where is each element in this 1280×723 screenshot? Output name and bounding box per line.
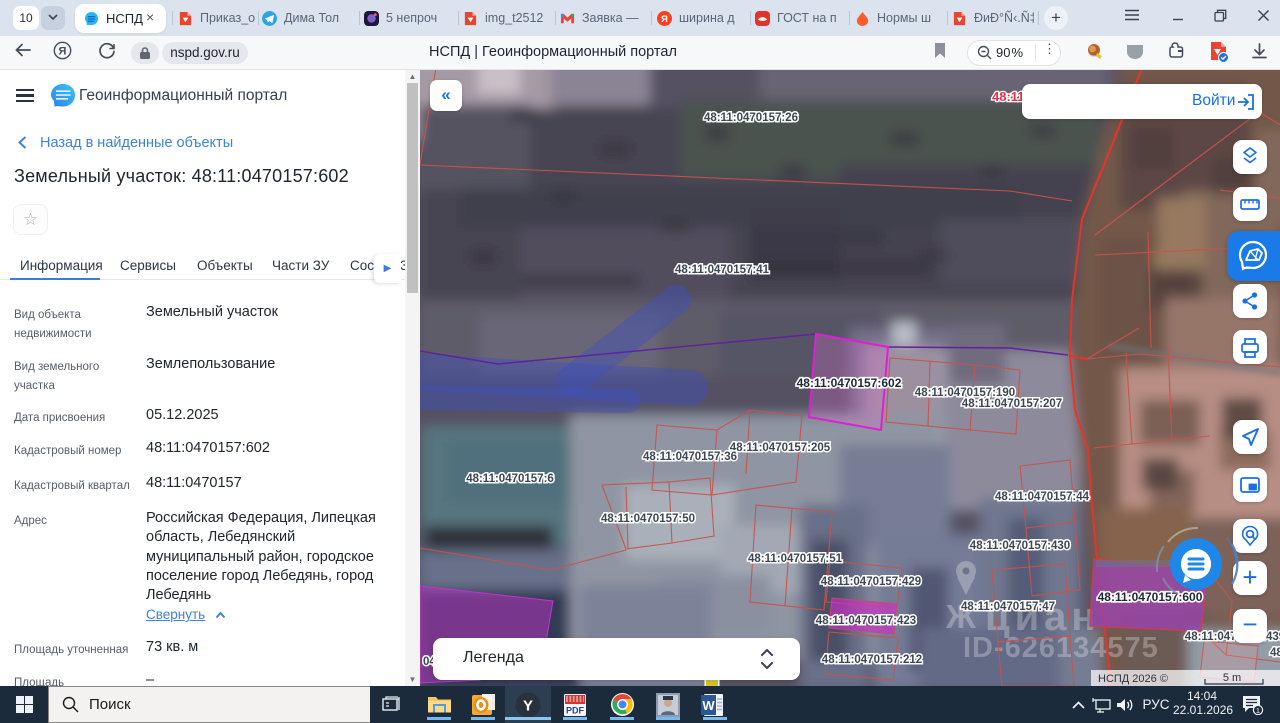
svg-text:48:11:0470157:50: 48:11:0470157:50 (601, 513, 695, 525)
svg-text:48:11:0470157:6: 48:11:0470157:6 (466, 473, 554, 485)
svg-text:Y: Y (523, 697, 533, 714)
svg-text:48:11:0470157:429: 48:11:0470157:429 (821, 576, 921, 588)
svg-text:48:11:0470157:602: 48:11:0470157:602 (797, 376, 902, 390)
svg-text:48:11:0470157:430: 48:11:0470157:430 (970, 540, 1070, 552)
svg-text:5 m: 5 m (1223, 672, 1241, 684)
svg-text:48:11:0470157:51: 48:11:0470157:51 (748, 553, 843, 565)
svg-text:48:11:0470157:44: 48:11:0470157:44 (995, 491, 1090, 503)
svg-text:48:11:0470157:207: 48:11:0470157:207 (962, 398, 1062, 410)
svg-text:48:: 48: (1270, 647, 1280, 659)
svg-text:1: 1 (1256, 706, 1260, 715)
svg-text:48:11:0470157:41: 48:11:0470157:41 (675, 264, 770, 276)
svg-text:Я: Я (59, 45, 67, 57)
svg-text:48:11:0470157:26: 48:11:0470157:26 (704, 112, 798, 124)
svg-text:48:11:0470157:36: 48:11:0470157:36 (643, 451, 737, 463)
svg-text:48:11:0470157:205: 48:11:0470157:205 (730, 442, 831, 454)
svg-text:НСПД 2026 ©: НСПД 2026 © (1098, 673, 1168, 685)
svg-text:48:11:0470157:423: 48:11:0470157:423 (816, 615, 916, 627)
svg-text:PDF: PDF (566, 705, 585, 715)
svg-text:48:11:0470157:212: 48:11:0470157:212 (822, 654, 922, 666)
svg-text:Я: Я (661, 14, 668, 24)
svg-text:W: W (702, 698, 715, 713)
svg-text:48:11:0470157:47: 48:11:0470157:47 (961, 601, 1055, 613)
